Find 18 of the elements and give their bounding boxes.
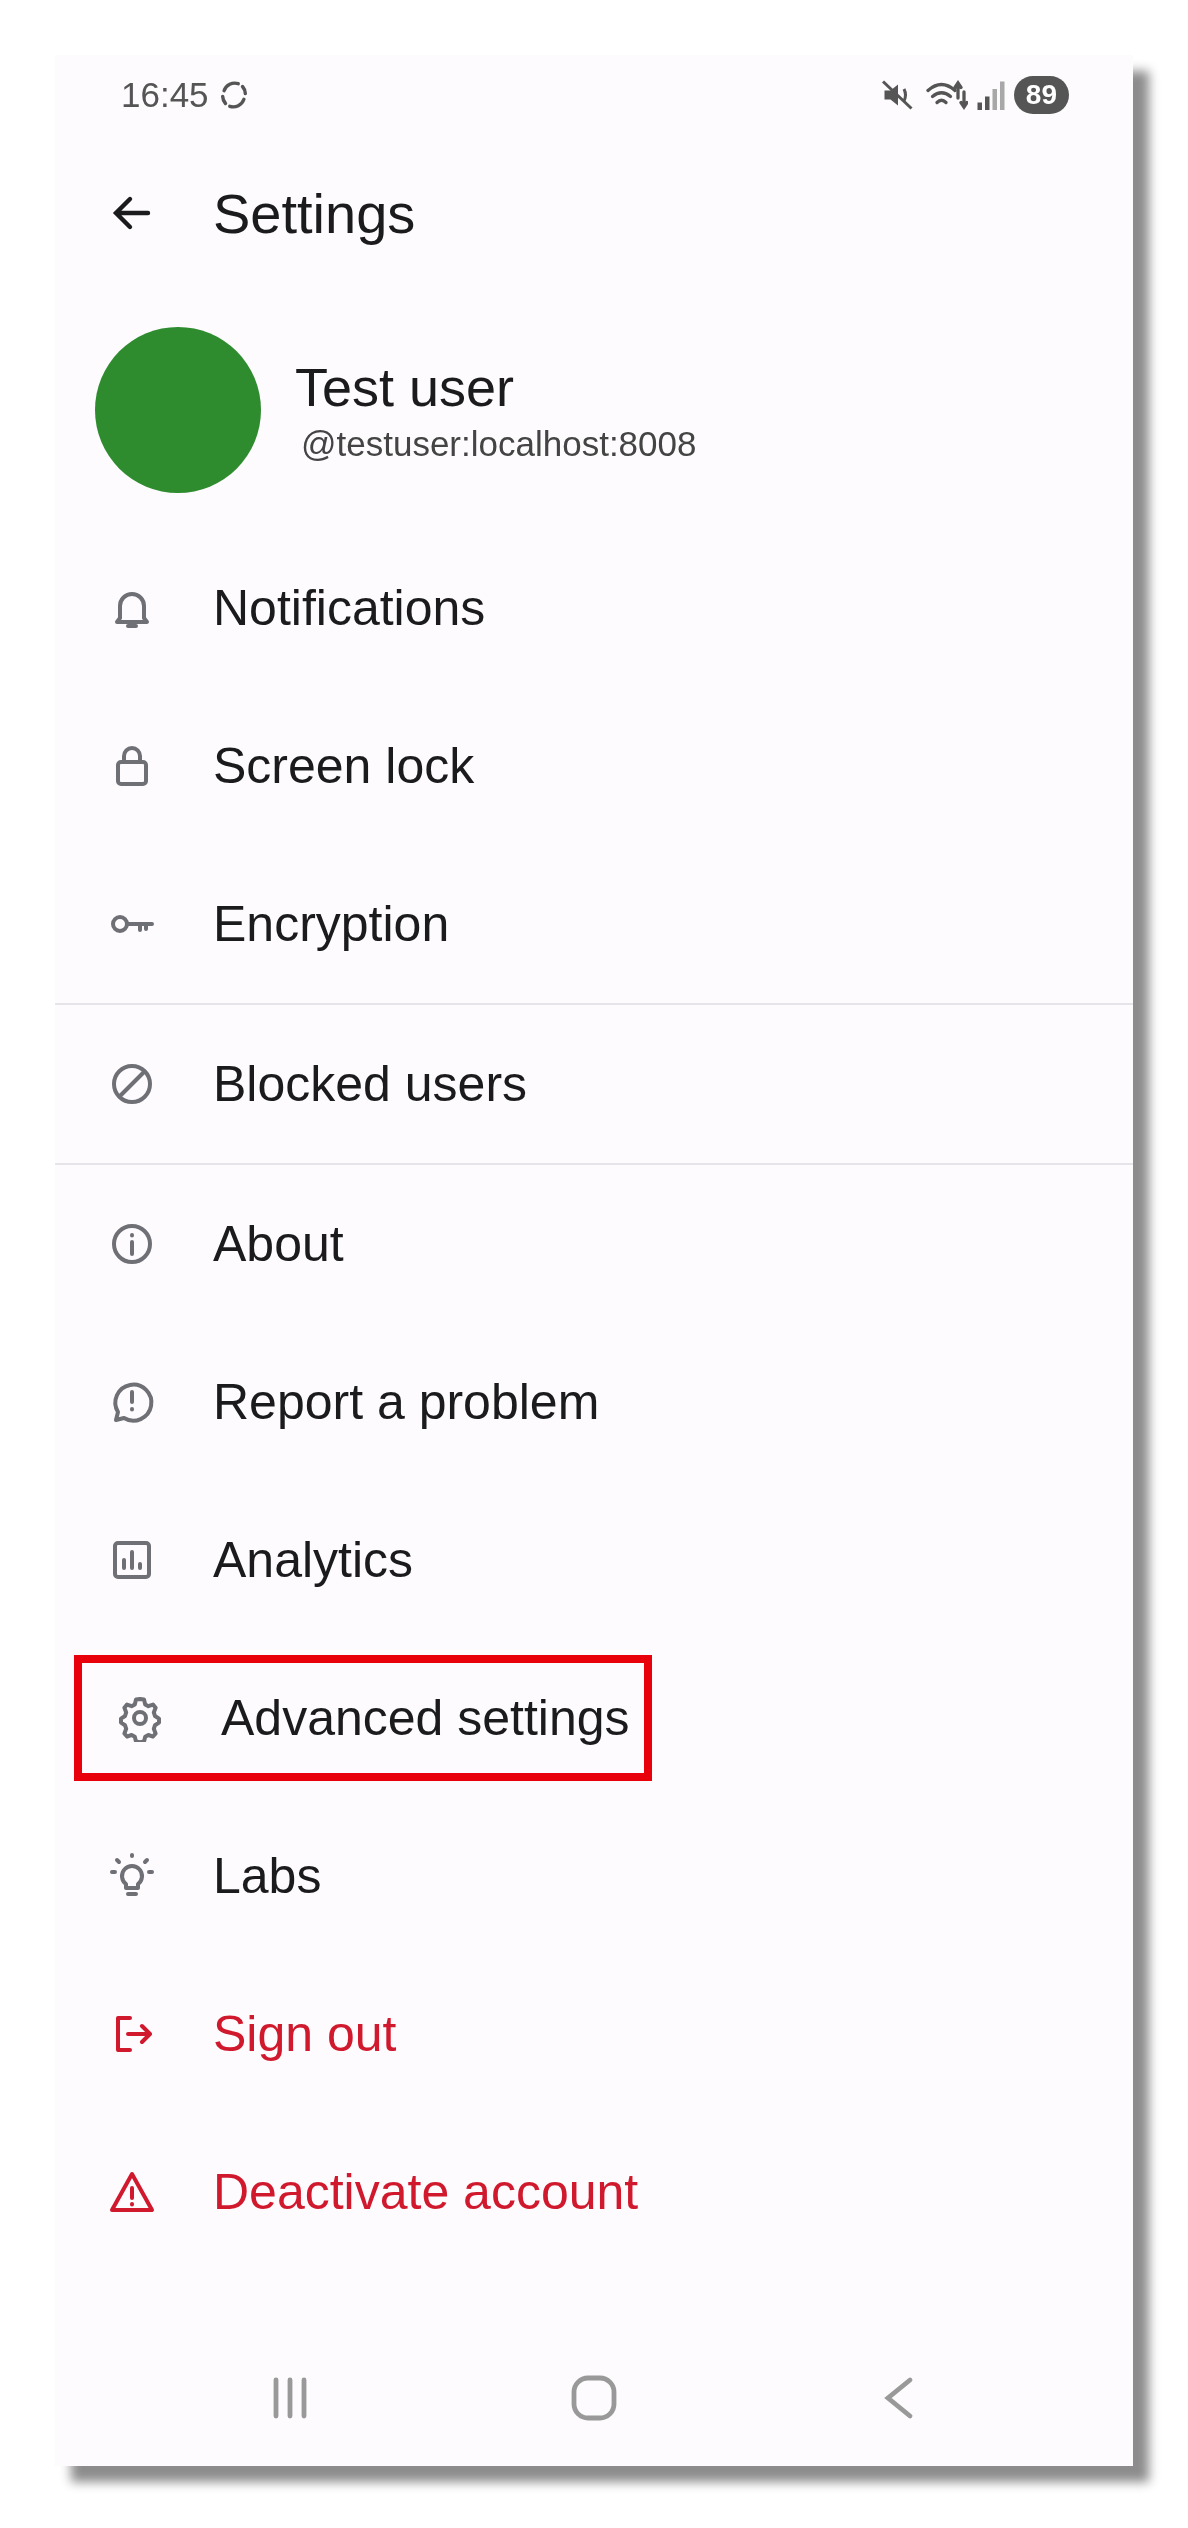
user-name: Test user [295, 356, 516, 418]
user-id: @testuser:localhost:8008 [301, 424, 697, 464]
menu-item-label[interactable]: Report a problem [213, 1369, 600, 1435]
menu-item-label[interactable]: Sign out [213, 2001, 397, 2067]
menu-item-label[interactable]: Advanced settings [221, 1685, 630, 1751]
gear-icon [116, 1694, 164, 1742]
home-icon[interactable] [570, 2374, 618, 2422]
menu-item-label[interactable]: Blocked users [213, 1051, 528, 1117]
menu-item-label[interactable]: About [213, 1211, 344, 1277]
menu-item-label[interactable]: Analytics [213, 1527, 414, 1593]
menu-item-label[interactable]: Labs [213, 1843, 322, 1909]
page-title: Settings [213, 180, 416, 246]
menu-item-label[interactable]: Notifications [213, 575, 486, 641]
battery-level: 89 [1013, 76, 1069, 114]
menu-item-label[interactable]: Screen lock [213, 733, 475, 799]
menu-item-label[interactable]: Deactivate account [213, 2159, 639, 2225]
clock-time: 16:45 [121, 75, 209, 115]
menu-item-label[interactable]: Encryption [213, 891, 450, 957]
